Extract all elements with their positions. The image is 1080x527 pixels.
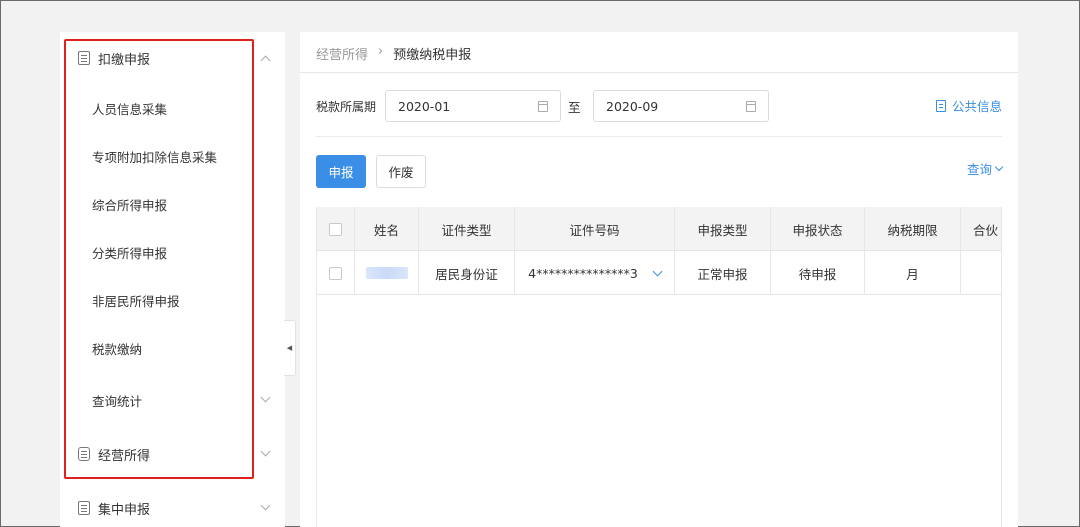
form-icon	[78, 51, 90, 65]
column-header-declare-type[interactable]: 申报类型	[675, 207, 771, 251]
sidebar-group-deduct[interactable]: 扣缴申报	[60, 32, 285, 84]
declare-type-cell: 正常申报	[675, 251, 771, 295]
sidebar-item-nonresident-income[interactable]: 非居民所得申报	[60, 276, 285, 324]
sidebar-group-business[interactable]: 经营所得	[60, 428, 285, 480]
breadcrumb-separator: ›	[378, 44, 384, 59]
document-icon	[935, 99, 946, 112]
sidebar-item-classified-income[interactable]: 分类所得申报	[60, 228, 285, 276]
sidebar-item-query-stats[interactable]: 查询统计	[60, 376, 285, 424]
chevron-down-icon	[994, 162, 1004, 172]
sidebar-item-label: 查询统计	[92, 393, 143, 409]
public-info-label: 公共信息	[951, 99, 1002, 114]
column-header-id-number[interactable]: 证件号码	[515, 207, 675, 251]
declaration-table: 姓名 证件类型 证件号码 申报类型 申报状态 纳税期限 合伙 居民身份证 4**…	[316, 207, 1002, 527]
query-label: 查询	[966, 162, 992, 177]
to-label: 至	[568, 100, 581, 115]
status-cell: 待申报	[771, 251, 865, 295]
sidebar-group-label: 集中申报	[98, 502, 151, 518]
tax-period-label: 税款所属期	[316, 100, 377, 114]
calendar-icon[interactable]	[746, 101, 756, 112]
declare-button[interactable]: 申报	[316, 155, 366, 188]
sidebar-group-central[interactable]: 集中申报	[60, 482, 285, 527]
breadcrumb-current: 预缴纳税申报	[393, 48, 472, 63]
chevron-up-icon	[260, 55, 271, 66]
sidebar-item-comprehensive-income[interactable]: 综合所得申报	[60, 180, 285, 228]
redacted-name	[365, 267, 408, 279]
form-icon	[78, 501, 90, 515]
column-header-period[interactable]: 纳税期限	[865, 207, 961, 251]
sidebar-collapse-toggle[interactable]: ◀	[284, 320, 296, 376]
coin-icon	[78, 447, 90, 461]
column-header-status[interactable]: 申报状态	[771, 207, 865, 251]
calendar-icon[interactable]	[538, 101, 548, 112]
sidebar-group-label: 扣缴申报	[98, 52, 151, 68]
partner-cell	[961, 251, 1001, 295]
query-toggle[interactable]: 查询	[966, 159, 1004, 178]
chevron-down-icon	[260, 392, 271, 403]
caret-left-icon: ◀	[286, 344, 293, 352]
period-end-input[interactable]: 2020-09	[593, 90, 769, 122]
chevron-down-icon	[260, 446, 271, 457]
period-start-value: 2020-01	[398, 98, 451, 114]
table-row[interactable]: 居民身份证 4***************3 正常申报 待申报 月	[317, 251, 1001, 295]
column-header-id-type[interactable]: 证件类型	[419, 207, 515, 251]
divider	[300, 72, 1018, 73]
public-info-link[interactable]: 公共信息	[935, 96, 1002, 115]
row-checkbox[interactable]	[329, 266, 342, 280]
sidebar-item-label: 税款缴纳	[92, 341, 143, 357]
id-number-cell: 4***************3	[515, 251, 675, 295]
sidebar-item-tax-payment[interactable]: 税款缴纳	[60, 324, 285, 372]
sidebar: 扣缴申报 人员信息采集 专项附加扣除信息采集 综合所得申报 分类所得申报 非居民…	[60, 32, 285, 527]
sidebar-item-label: 非居民所得申报	[92, 293, 180, 309]
column-header-name[interactable]: 姓名	[355, 207, 419, 251]
sidebar-item-special-deduction[interactable]: 专项附加扣除信息采集	[60, 132, 285, 180]
breadcrumb-parent[interactable]: 经营所得	[316, 44, 368, 63]
sidebar-item-label: 人员信息采集	[92, 101, 168, 117]
id-number-value: 4***************3	[528, 265, 638, 281]
table-header: 姓名 证件类型 证件号码 申报类型 申报状态 纳税期限 合伙	[317, 207, 1001, 251]
divider	[316, 136, 1002, 137]
period-cell: 月	[865, 251, 961, 295]
sidebar-item-personnel-info[interactable]: 人员信息采集	[60, 84, 285, 132]
row-select-cell	[317, 251, 355, 295]
sidebar-item-label: 专项附加扣除信息采集	[92, 149, 218, 165]
select-all-cell	[317, 207, 355, 251]
chevron-down-icon[interactable]	[652, 266, 663, 276]
sidebar-group-label: 经营所得	[98, 448, 151, 464]
period-end-value: 2020-09	[606, 98, 659, 114]
main-panel: 经营所得 › 预缴纳税申报 税款所属期 2020-01 至 2020-09 公共…	[300, 32, 1018, 527]
period-start-input[interactable]: 2020-01	[385, 90, 561, 122]
column-header-partner[interactable]: 合伙	[961, 207, 1001, 251]
select-all-checkbox[interactable]	[329, 222, 342, 236]
sidebar-item-label: 分类所得申报	[92, 245, 168, 261]
chevron-down-icon	[260, 500, 271, 511]
void-button[interactable]: 作废	[376, 155, 426, 188]
name-cell	[355, 251, 419, 295]
id-type-cell: 居民身份证	[419, 251, 515, 295]
breadcrumb: 经营所得 › 预缴纳税申报	[316, 44, 471, 63]
sidebar-item-label: 综合所得申报	[92, 197, 168, 213]
